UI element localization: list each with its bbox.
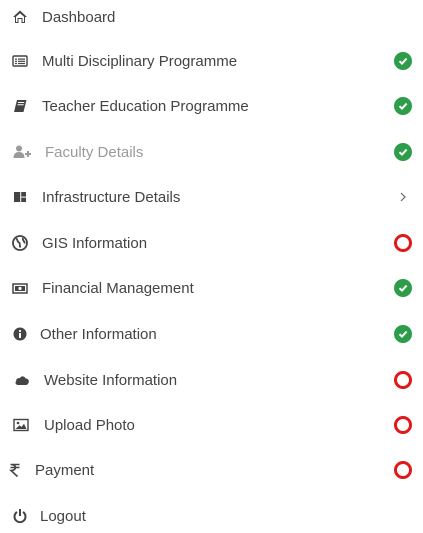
expand-toggle[interactable]	[394, 188, 412, 206]
check-circle-icon	[394, 325, 412, 343]
status-pending	[394, 234, 412, 252]
image-icon	[13, 417, 29, 433]
menu-item-label: Other Information	[40, 325, 157, 343]
menu-item-logout[interactable]: Logout	[0, 499, 423, 533]
status-complete	[394, 279, 412, 297]
empty-circle-icon	[394, 371, 412, 389]
menu-item-label: Financial Management	[42, 279, 194, 297]
rupee-icon	[8, 462, 22, 478]
menu-item-upload-photo[interactable]: Upload Photo	[0, 408, 423, 442]
menu-item-faculty-details[interactable]: Faculty Details	[0, 135, 423, 169]
menu-item-dashboard[interactable]: Dashboard	[0, 0, 423, 34]
add-user-icon	[13, 144, 33, 160]
menu-item-label: Logout	[40, 507, 86, 525]
menu-item-label: Payment	[35, 461, 95, 479]
building-icon	[12, 189, 28, 205]
money-icon	[12, 280, 28, 296]
empty-circle-icon	[394, 461, 412, 479]
menu-item-teacher-education-programme[interactable]: Teacher Education Programme	[0, 89, 423, 123]
menu-item-label: Teacher Education Programme	[42, 97, 249, 115]
menu-item-infrastructure-details[interactable]: Infrastructure Details	[0, 180, 423, 214]
cloud-icon	[14, 372, 30, 388]
status-pending	[394, 371, 412, 389]
empty-circle-icon	[394, 234, 412, 252]
status-complete	[394, 52, 412, 70]
menu-item-financial-management[interactable]: Financial Management	[0, 271, 423, 305]
menu-item-multi-disciplinary-programme[interactable]: Multi Disciplinary Programme	[0, 44, 423, 78]
power-icon	[12, 508, 28, 524]
menu-item-other-information[interactable]: Other Information	[0, 317, 423, 351]
menu-item-label: Website Information	[44, 371, 178, 389]
info-icon	[12, 326, 28, 342]
chevron-right-icon	[398, 190, 408, 204]
status-pending	[394, 416, 412, 434]
check-circle-icon	[394, 143, 412, 161]
book-icon	[12, 98, 28, 114]
status-complete	[394, 325, 412, 343]
empty-circle-icon	[394, 416, 412, 434]
menu-item-label: Faculty Details	[45, 143, 144, 161]
check-circle-icon	[394, 97, 412, 115]
menu-item-label: Dashboard	[42, 8, 116, 26]
status-pending	[394, 461, 412, 479]
check-circle-icon	[394, 279, 412, 297]
menu-item-label: Upload Photo	[44, 416, 135, 434]
menu-item-payment[interactable]: Payment	[0, 453, 423, 487]
menu-item-website-information[interactable]: Website Information	[0, 363, 423, 397]
list-icon	[12, 53, 28, 69]
sidebar-menu: Dashboard Multi Disciplinary Programme T…	[0, 0, 423, 532]
globe-icon	[12, 235, 28, 251]
home-icon	[12, 9, 28, 25]
menu-item-label: Multi Disciplinary Programme	[42, 52, 238, 70]
menu-item-label: Infrastructure Details	[42, 188, 181, 206]
status-complete	[394, 97, 412, 115]
status-complete	[394, 143, 412, 161]
menu-item-gis-information[interactable]: GIS Information	[0, 226, 423, 260]
menu-item-label: GIS Information	[42, 234, 148, 252]
check-circle-icon	[394, 52, 412, 70]
